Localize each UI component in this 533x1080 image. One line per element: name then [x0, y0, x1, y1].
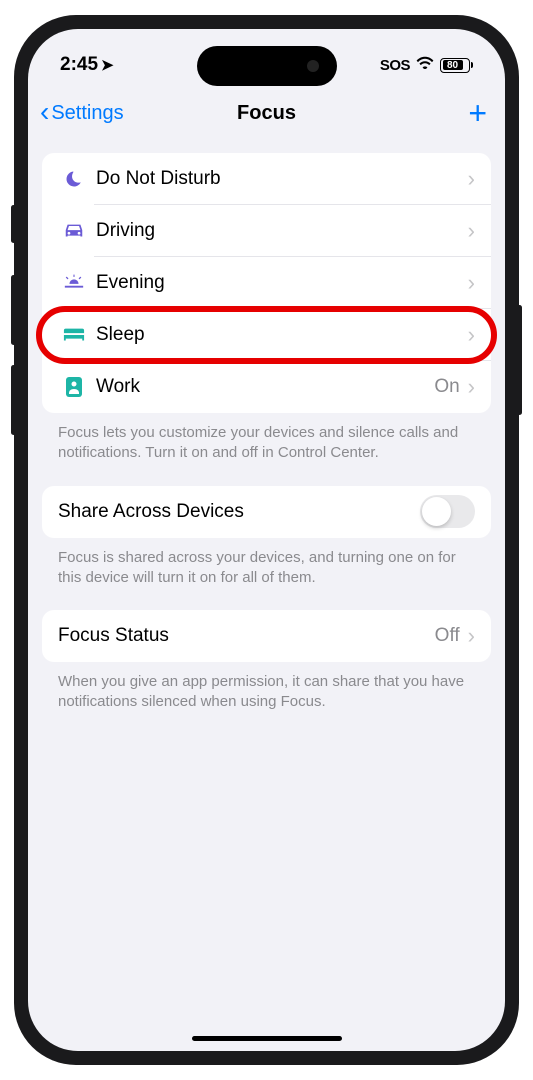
focus-item-sleep[interactable]: Sleep › [42, 309, 491, 361]
status-time: 2:45 [60, 54, 98, 76]
chevron-right-icon: › [468, 166, 475, 192]
sos-indicator: SOS [380, 57, 410, 74]
back-label: Settings [51, 102, 123, 125]
share-toggle[interactable] [420, 495, 475, 528]
share-label: Share Across Devices [58, 501, 420, 523]
chevron-right-icon: › [468, 374, 475, 400]
badge-icon [58, 376, 90, 398]
sunset-icon [58, 272, 90, 294]
page-title: Focus [237, 102, 296, 125]
home-indicator[interactable] [192, 1036, 342, 1041]
chevron-left-icon: ‹ [40, 96, 49, 128]
status-value: Off [435, 625, 468, 647]
share-footer: Focus is shared across your devices, and… [42, 538, 491, 611]
battery-icon: 80 [440, 58, 473, 73]
status-label: Focus Status [58, 625, 435, 647]
row-label: Evening [90, 272, 468, 294]
back-button[interactable]: ‹ Settings [40, 99, 124, 128]
add-button[interactable]: + [468, 95, 487, 132]
focus-item-work[interactable]: Work On › [42, 361, 491, 413]
focus-modes-footer: Focus lets you customize your devices an… [42, 413, 491, 486]
location-icon: ➤ [101, 56, 114, 74]
dynamic-island [197, 46, 337, 86]
chevron-right-icon: › [468, 218, 475, 244]
bed-icon [58, 326, 90, 344]
row-label: Sleep [90, 324, 468, 346]
share-group: Share Across Devices [42, 486, 491, 538]
chevron-right-icon: › [468, 322, 475, 348]
row-label: Work [90, 376, 434, 398]
row-label: Do Not Disturb [90, 168, 468, 190]
status-footer: When you give an app permission, it can … [42, 662, 491, 735]
focus-status-row[interactable]: Focus Status Off › [42, 610, 491, 662]
wifi-icon [416, 55, 434, 75]
share-across-devices-row[interactable]: Share Across Devices [42, 486, 491, 538]
focus-item-dnd[interactable]: Do Not Disturb › [42, 153, 491, 205]
nav-bar: ‹ Settings Focus + [28, 87, 505, 139]
row-value: On [434, 376, 467, 398]
status-group: Focus Status Off › [42, 610, 491, 662]
chevron-right-icon: › [468, 270, 475, 296]
focus-item-driving[interactable]: Driving › [42, 205, 491, 257]
moon-icon [58, 169, 90, 189]
row-label: Driving [90, 220, 468, 242]
chevron-right-icon: › [468, 623, 475, 649]
focus-modes-group: Do Not Disturb › Driving › Evening › [42, 153, 491, 413]
car-icon [58, 221, 90, 241]
focus-item-evening[interactable]: Evening › [42, 257, 491, 309]
